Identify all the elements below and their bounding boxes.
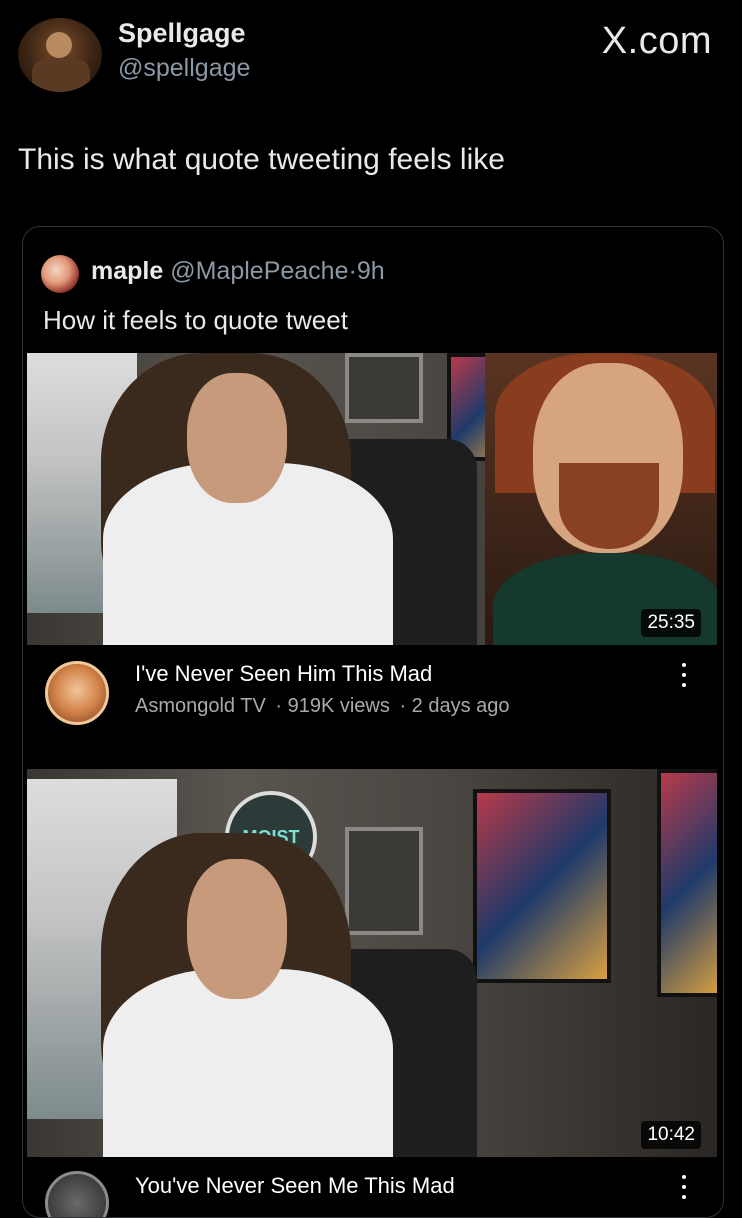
person-face: [187, 859, 287, 999]
quoted-author-avatar[interactable]: [41, 255, 79, 293]
video-info-row-1[interactable]: I've Never Seen Him This Mad Asmongold T…: [23, 645, 723, 741]
x-brand-logo: X.com: [601, 20, 712, 62]
video-duration: 10:42: [641, 1121, 701, 1149]
video-title[interactable]: You've Never Seen Me This Mad: [135, 1173, 455, 1199]
avatar-figure-body: [32, 56, 90, 92]
quoted-tweet-text: How it feels to quote tweet: [43, 305, 348, 335]
video-duration: 25:35: [641, 609, 701, 637]
video-title[interactable]: I've Never Seen Him This Mad: [135, 661, 432, 687]
reaction-inset: [485, 353, 717, 645]
wall-poster: [473, 789, 611, 983]
video-info-row-2[interactable]: You've Never Seen Me This Mad: [23, 1157, 723, 1217]
tweet-text: This is what quote tweeting feels like: [18, 143, 505, 176]
video-thumbnail-1[interactable]: 25:35: [27, 353, 717, 645]
more-options-icon[interactable]: [681, 663, 687, 691]
wall-frame: [345, 827, 423, 935]
video-thumbnail-2[interactable]: MOIST 10:42: [27, 769, 717, 1157]
quoted-tweet-time[interactable]: 9h: [357, 257, 385, 285]
author-handle[interactable]: @spellgage: [118, 54, 250, 83]
quoted-tweet-card[interactable]: maple @MaplePeache·9h How it feels to qu…: [22, 226, 724, 1218]
wall-frame: [345, 353, 423, 423]
wall-poster-side: [657, 769, 717, 997]
author-avatar[interactable]: [18, 18, 102, 92]
quoted-author-handle[interactable]: @MaplePeache: [170, 257, 348, 285]
inset-beard: [559, 463, 659, 549]
more-options-icon[interactable]: [681, 1175, 687, 1203]
channel-avatar[interactable]: [45, 661, 109, 725]
quoted-tweet-meta: maple @MaplePeache·9h: [91, 257, 385, 286]
channel-name[interactable]: Asmongold TV: [135, 695, 266, 717]
upload-age: · 2 days ago: [399, 695, 510, 717]
quoted-author-name[interactable]: maple: [91, 257, 163, 285]
avatar-figure-face: [46, 32, 72, 58]
separator-dot: ·: [348, 257, 357, 285]
author-display-name[interactable]: Spellgage: [118, 18, 246, 49]
view-count: · 919K views: [275, 695, 390, 717]
channel-avatar[interactable]: [45, 1171, 109, 1217]
video-subtitle: Asmongold TV · 919K views · 2 days ago: [135, 695, 514, 718]
person-face: [187, 373, 287, 503]
